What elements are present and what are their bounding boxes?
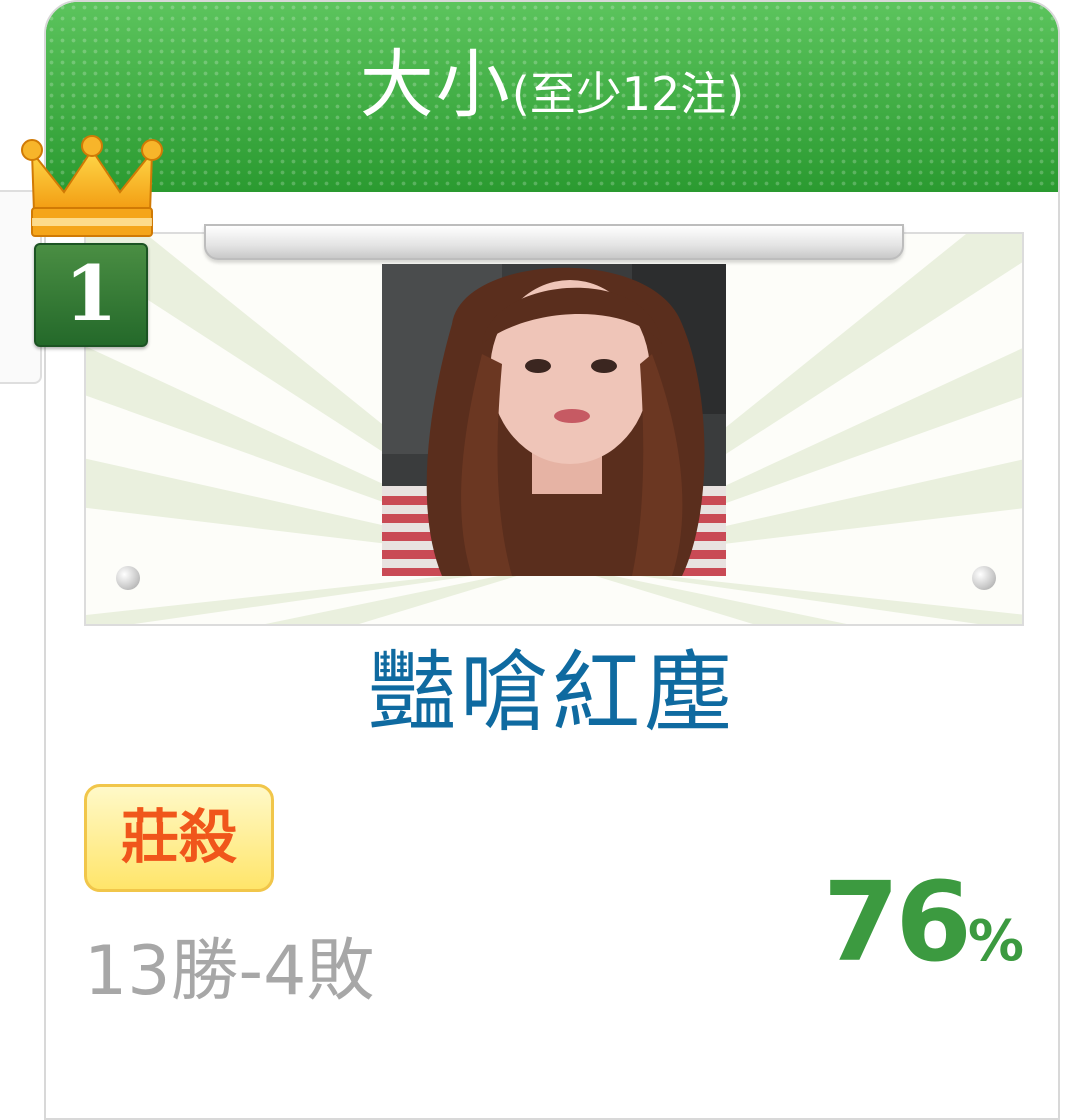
banker-kill-badge: 莊殺 xyxy=(84,784,274,892)
player-name[interactable]: 豔嗆紅塵 xyxy=(46,638,1058,748)
win-loss-record: 13勝-4敗 xyxy=(84,932,375,1011)
avatar[interactable] xyxy=(382,264,726,576)
win-rate-value: 76 xyxy=(822,858,972,986)
right-pin xyxy=(972,566,996,590)
header-title: 大小(至少12注) xyxy=(46,40,1058,139)
win-rate: 76% xyxy=(823,862,1024,1002)
avatar-image xyxy=(382,264,726,576)
rank-badge: 1 xyxy=(34,243,148,347)
win-rate-unit: % xyxy=(967,909,1024,974)
header-title-sub: (至少12注) xyxy=(511,67,745,121)
card-header: 大小(至少12注) xyxy=(46,2,1058,192)
header-title-main: 大小 xyxy=(359,42,512,128)
left-pin xyxy=(116,566,140,590)
photo-rail xyxy=(204,224,904,260)
crown-icon xyxy=(21,135,163,237)
ranking-card[interactable]: 大小(至少12注) 豔嗆紅塵 莊殺 13勝-4敗 76% xyxy=(44,0,1060,1120)
